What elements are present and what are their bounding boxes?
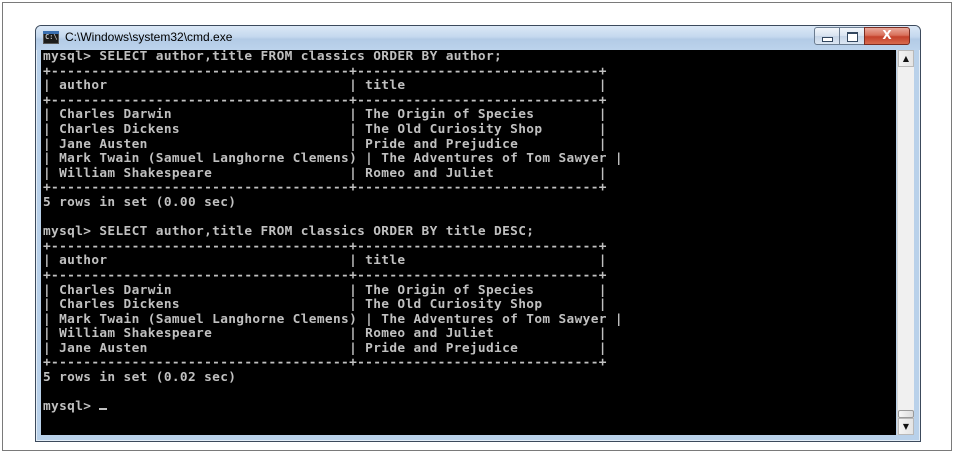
console-line: | Charles Darwin | The Origin of Species… bbox=[43, 282, 607, 298]
scroll-down-button[interactable]: ▼ bbox=[898, 418, 914, 435]
console-text: mysql> SELECT author,title FROM classics… bbox=[41, 50, 896, 415]
window-title: C:\Windows\system32\cmd.exe bbox=[65, 30, 233, 44]
minimize-icon bbox=[821, 37, 833, 42]
title-bar[interactable]: C:\ C:\Windows\system32\cmd.exe X bbox=[36, 26, 920, 50]
console-line: +-------------------------------------+-… bbox=[43, 63, 607, 79]
console-line: | Charles Dickens | The Old Curiosity Sh… bbox=[43, 121, 607, 137]
console-output[interactable]: mysql> SELECT author,title FROM classics… bbox=[41, 50, 896, 435]
console-line: +-------------------------------------+-… bbox=[43, 267, 607, 283]
console-line: | William Shakespeare | Romeo and Juliet… bbox=[43, 165, 607, 181]
console-line: +-------------------------------------+-… bbox=[43, 238, 607, 254]
scroll-down-arrow-icon: ▼ bbox=[902, 422, 910, 431]
maximize-button[interactable] bbox=[839, 27, 865, 45]
console-line: +-------------------------------------+-… bbox=[43, 180, 607, 196]
console-line: | Charles Dickens | The Old Curiosity Sh… bbox=[43, 297, 607, 313]
figure-frame: C:\ C:\Windows\system32\cmd.exe X mysql>… bbox=[2, 2, 952, 451]
console-line: | William Shakespeare | Romeo and Juliet… bbox=[43, 326, 607, 342]
console-line: | Mark Twain (Samuel Langhorne Clemens) … bbox=[43, 151, 623, 167]
console-line: mysql> SELECT author,title FROM classics… bbox=[43, 224, 535, 240]
console-line: +-------------------------------------+-… bbox=[43, 355, 607, 371]
console-line: 5 rows in set (0.02 sec) bbox=[43, 370, 237, 386]
console-line: | author | title | bbox=[43, 78, 607, 94]
cmd-window: C:\ C:\Windows\system32\cmd.exe X mysql>… bbox=[35, 25, 921, 442]
console-line: mysql> SELECT author,title FROM classics… bbox=[43, 50, 503, 64]
console-line: 5 rows in set (0.00 sec) bbox=[43, 194, 237, 210]
scrollbar-thumb[interactable] bbox=[898, 410, 914, 418]
scroll-up-arrow-icon: ▲ bbox=[902, 54, 910, 63]
console-line: | Jane Austen | Pride and Prejudice | bbox=[43, 340, 607, 356]
console-line: +-------------------------------------+-… bbox=[43, 92, 607, 108]
console-line: | Charles Darwin | The Origin of Species… bbox=[43, 107, 607, 123]
console-line: mysql> bbox=[43, 400, 896, 415]
console-line: | Jane Austen | Pride and Prejudice | bbox=[43, 136, 607, 152]
scroll-up-button[interactable]: ▲ bbox=[898, 50, 914, 67]
cmd-icon[interactable]: C:\ bbox=[43, 31, 59, 44]
minimize-button[interactable] bbox=[814, 27, 840, 45]
close-icon: X bbox=[882, 28, 892, 42]
vertical-scrollbar[interactable]: ▲ ▼ bbox=[897, 50, 914, 435]
console-line: | Mark Twain (Samuel Langhorne Clemens) … bbox=[43, 311, 623, 327]
console-line: | author | title | bbox=[43, 253, 607, 269]
close-button[interactable]: X bbox=[864, 27, 910, 45]
maximize-icon bbox=[846, 32, 858, 42]
text-cursor bbox=[99, 408, 108, 411]
